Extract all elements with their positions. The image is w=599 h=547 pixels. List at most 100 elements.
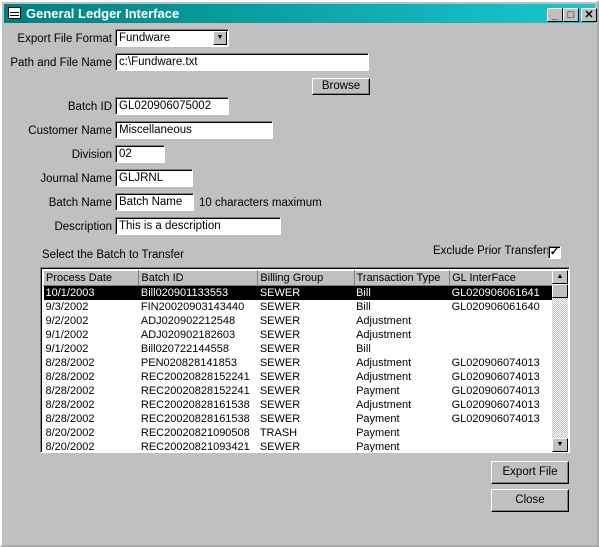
division-label: Division	[71, 149, 112, 161]
customer-name-input[interactable]: Miscellaneous	[115, 121, 273, 139]
table-row[interactable]: 8/28/2002 REC20020828152241 SEWER Payment GL…	[44, 384, 554, 398]
table-cell: 8/28/2002	[45, 413, 95, 425]
table-cell: SEWER	[259, 399, 301, 411]
export-format-value: Fundware	[119, 32, 171, 44]
table-cell: SEWER	[259, 441, 301, 453]
table-cell: 8/28/2002	[45, 371, 95, 383]
table-row[interactable]: 10/1/2003 Bill020901133553 SEWER Bill GL0209…	[43, 285, 554, 300]
export-file-button[interactable]: Export File	[491, 461, 569, 484]
table-row[interactable]: 9/2/2002 ADJ020902212548 SEWER Adjustment	[44, 314, 554, 328]
table-cell: 8/28/2002	[45, 385, 95, 397]
batch-name-input[interactable]: Batch Name	[115, 193, 194, 211]
path-label: Path and File Name	[10, 57, 112, 69]
batch-name-hint: 10 characters maximum	[199, 197, 322, 209]
table-row[interactable]: 8/20/2002 REC20020821090508 TRASH Payment	[44, 426, 554, 440]
table-cell: Payment	[356, 385, 400, 397]
table-cell: 8/28/2002	[45, 357, 95, 369]
table-row[interactable]: 9/3/2002 FIN20020903143440 SEWER Bill GL0209…	[44, 300, 554, 314]
table-cell: Bill	[354, 285, 450, 300]
description-label: Description	[54, 221, 112, 233]
close-window-button[interactable]: ✕	[581, 8, 597, 22]
scroll-down-icon[interactable]: ▼	[552, 438, 568, 452]
table-cell: REC20020828161538	[140, 399, 250, 411]
table-cell: REC20020821090508	[140, 427, 250, 439]
exclude-prior-label: Exclude Prior Transfers	[433, 245, 553, 257]
table-row[interactable]: 8/28/2002 REC20020828161538 SEWER Payment GL…	[44, 412, 554, 426]
table-cell: 9/2/2002	[45, 315, 89, 327]
table-cell: SEWER	[257, 285, 355, 300]
table-cell: SEWER	[259, 371, 301, 383]
table-cell	[450, 440, 554, 452]
table-cell: GL020906061641	[449, 285, 554, 300]
column-header[interactable]: Billing Group	[257, 270, 355, 286]
table-cell: GL020906074013	[451, 357, 540, 369]
table-cell	[450, 314, 554, 328]
table-cell: REC20020828152241	[140, 371, 250, 383]
export-format-select[interactable]: Fundware ▼	[115, 29, 229, 47]
table-cell: Bill	[356, 343, 371, 355]
table-cell: 9/3/2002	[45, 301, 89, 313]
table-cell: SEWER	[259, 385, 301, 397]
table-cell: SEWER	[259, 329, 301, 341]
description-input[interactable]: This is a description	[115, 217, 281, 235]
select-batch-label: Select the Batch to Transfer	[42, 249, 184, 261]
batch-id-input[interactable]: GL020906075002	[115, 97, 229, 115]
table-cell: GL020906074013	[451, 385, 540, 397]
close-button[interactable]: Close	[491, 489, 569, 512]
browse-button[interactable]: Browse	[312, 78, 370, 95]
table-row[interactable]: 8/20/2002 REC20020821093421 SEWER Payment	[44, 440, 554, 453]
general-ledger-window: General Ledger Interface _ □ ✕ Export Fi…	[0, 0, 599, 547]
maximize-button[interactable]: □	[563, 8, 579, 22]
table-row[interactable]: 8/28/2002 REC20020828152241 SEWER Adjustmen…	[44, 370, 554, 384]
table-cell: Adjustment	[356, 399, 412, 411]
table-cell: REC20020828161538	[140, 413, 250, 425]
table-cell: SEWER	[259, 343, 301, 355]
table-cell: Payment	[356, 441, 400, 453]
table-cell: 8/20/2002	[45, 427, 95, 439]
table-row[interactable]: 8/28/2002 REC20020828161538 SEWER Adjustmen…	[44, 398, 554, 412]
table-cell: 9/1/2002	[45, 329, 89, 341]
table-cell: SEWER	[259, 357, 301, 369]
vertical-scrollbar[interactable]: ▲ ▼	[552, 270, 568, 452]
table-cell	[450, 328, 554, 342]
table-cell: Payment	[356, 427, 400, 439]
table-cell: Bill020901133553	[138, 285, 258, 300]
table-row[interactable]: 9/1/2002 Bill020722144558 SEWER Bill	[44, 342, 554, 356]
column-header[interactable]: GL InterFace	[449, 270, 554, 286]
column-header[interactable]: Batch ID	[138, 270, 259, 286]
table-cell: REC20020821093421	[140, 441, 250, 453]
window-title: General Ledger Interface	[26, 6, 180, 21]
scroll-up-icon[interactable]: ▲	[552, 270, 568, 284]
table-row[interactable]: 8/28/2002 PEN020828141853 SEWER Adjustment G…	[44, 356, 554, 370]
table-cell: PEN020828141853	[140, 357, 237, 369]
table-cell: Payment	[356, 413, 400, 425]
exclude-prior-checkbox[interactable]: ✓	[548, 246, 561, 259]
table-cell: Adjustment	[356, 357, 412, 369]
table-cell: SEWER	[259, 413, 301, 425]
batch-list[interactable]: Process Date Batch ID Billing Group Transac…	[40, 267, 570, 453]
division-input[interactable]: 02	[115, 145, 165, 163]
column-header[interactable]: Transaction Type	[353, 270, 451, 286]
table-cell: Adjustment	[356, 315, 412, 327]
table-cell	[450, 426, 554, 440]
table-cell: SEWER	[259, 301, 301, 313]
path-input[interactable]: c:\Fundware.txt	[115, 53, 369, 71]
title-bar: General Ledger Interface _ □ ✕	[4, 4, 597, 23]
journal-name-label: Journal Name	[40, 173, 112, 185]
customer-name-label: Customer Name	[28, 125, 112, 137]
journal-name-input[interactable]: GLJRNL	[115, 169, 193, 187]
batch-name-label: Batch Name	[48, 197, 112, 209]
table-cell: Adjustment	[356, 329, 412, 341]
table-cell: GL020906061640	[451, 301, 540, 313]
chevron-down-icon[interactable]: ▼	[213, 31, 227, 45]
table-cell: 10/1/2003	[43, 285, 139, 300]
table-cell: FIN20020903143440	[140, 301, 245, 313]
table-cell: Adjustment	[356, 371, 412, 383]
minimize-button[interactable]: _	[547, 8, 563, 22]
scroll-thumb[interactable]	[552, 284, 568, 298]
table-row[interactable]: 9/1/2002 ADJ020902182603 SEWER Adjustment	[44, 328, 554, 342]
column-header[interactable]: Process Date	[42, 270, 140, 286]
table-cell: 9/1/2002	[45, 343, 89, 355]
table-cell: Bill	[356, 301, 371, 313]
table-cell: GL020906074013	[451, 371, 540, 383]
